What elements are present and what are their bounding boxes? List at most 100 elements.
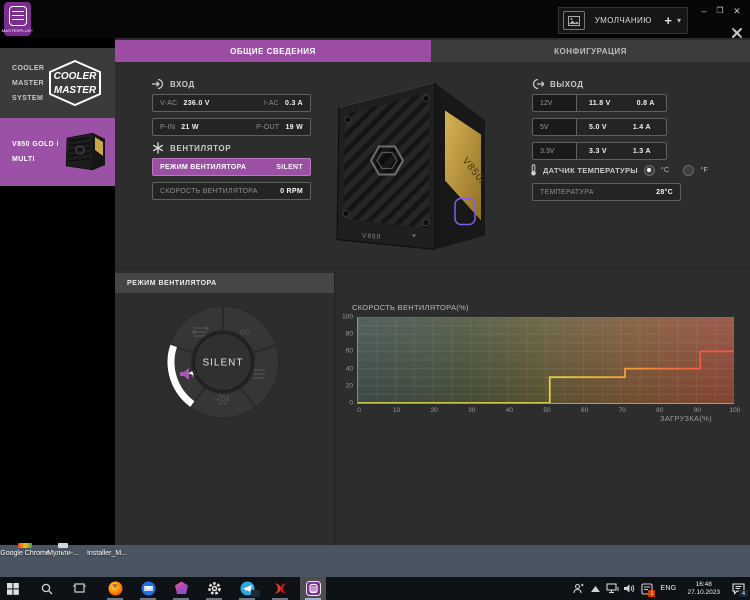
vertical-divider [334,267,335,545]
chart-title: СКОРОСТЬ ВЕНТИЛЯТОРА(%) [352,303,469,312]
rail-row-3v3: 3.3V 3.3 V 1.3 A [532,142,667,160]
add-profile-button[interactable]: + [661,13,675,28]
system-tray: 1 ENG 16:48 27.10.2023 4 [570,577,750,600]
main-tabs: ОБЩИЕ СВЕДЕНИЯ КОНФИГУРАЦИЯ [115,40,750,62]
title-bar: MASTERPLUS+ УМОЛЧАНИЮ + ▾ – ❐ ✕ [0,0,750,38]
taskbar-firefox[interactable] [102,577,128,600]
close-button[interactable]: ✕ [730,6,744,16]
tab-general-info[interactable]: ОБЩИЕ СВЕДЕНИЯ [115,40,431,62]
taskbar-red-x-app[interactable] [267,577,293,600]
vac-label: V-AC [160,100,178,107]
people-icon[interactable] [570,577,587,600]
taskbar-settings[interactable] [201,577,227,600]
telegram-badge [251,590,260,597]
device1-line3: SYSTEM [12,91,44,106]
iac-value: 0.3 A [285,100,303,107]
psu-hexagon-logo [371,147,403,175]
x-tick: 60 [581,407,588,414]
temp-sensor-row: ДАТЧИК ТЕМПЕРАТУРЫ °C °F [530,164,708,176]
psu-thumbnail [59,126,111,178]
flag-badge: 1 [648,590,655,597]
psu-front-label: V850 [362,233,382,241]
svg-text:MASTER: MASTER [54,85,97,96]
svg-text:COOLER: COOLER [54,71,98,82]
output-section-header: ВЫХОД [532,78,584,90]
network-icon[interactable] [604,577,621,600]
masterplus-logo-icon [9,6,27,26]
fan-speed-row: СКОРОСТЬ ВЕНТИЛЯТОРА 0 RPM [152,182,311,200]
input-icon [152,78,164,90]
psu-product-image: V850i V850 [312,70,512,265]
x-tick: 50 [543,407,550,414]
y-tick: 80 [337,331,353,338]
rail-3v3-current: 1.3 A [633,148,651,155]
chart-canvas [358,317,734,403]
radio-celsius[interactable] [644,165,655,176]
sidebar-item-v850-gold-i-multi[interactable]: V850 GOLD i MULTI [0,118,115,186]
search-icon[interactable] [34,577,60,600]
fan-mode-dial[interactable]: ∞ SILENT [163,302,283,422]
taskbar-telegram[interactable] [234,577,260,600]
x-tick: 100 [730,407,741,414]
output-icon [532,78,544,90]
taskbar-masterplus[interactable] [300,577,326,600]
cooler-master-logo-icon: COOLER MASTER [46,60,104,106]
taskbar-thunderbird[interactable] [135,577,161,600]
rail-5v-name: 5V [533,119,577,135]
x-tick: 10 [393,407,400,414]
radio-fahrenheit[interactable] [683,165,694,176]
minimize-button[interactable]: – [697,6,711,16]
y-tick: 100 [337,314,353,321]
fan-mode-value: SILENT [276,164,303,171]
volume-icon[interactable] [621,577,638,600]
rail-row-12v: 12V 11.8 V0.8 A [532,94,667,112]
input-section-title: ВХОД [170,80,195,89]
tools-icon[interactable] [731,26,743,38]
iac-label: I-AC [264,100,279,107]
y-tick: 20 [337,382,353,389]
pout-label: P-OUT [256,124,279,131]
temperature-label: ТЕМПЕРАТУРА [540,189,594,196]
temperature-row: ТЕМПЕРАТУРА 28°C [532,183,681,201]
celsius-label: °C [661,167,669,174]
notification-flag-icon[interactable]: 1 [638,577,655,600]
tab-configuration[interactable]: КОНФИГУРАЦИЯ [431,40,750,62]
x-tick: 0 [357,407,361,414]
clock[interactable]: 16:48 27.10.2023 [681,581,726,597]
rail-3v3-name: 3.3V [533,143,577,159]
taskbar-photos-app[interactable] [168,577,194,600]
x-tick: 70 [619,407,626,414]
action-center-icon[interactable]: 4 [726,577,750,600]
rail-3v3-voltage: 3.3 V [589,148,607,155]
file-icon [58,543,68,548]
chevron-down-icon[interactable]: ▾ [675,16,687,25]
sidebar-item-cooler-master-system[interactable]: COOLER MASTER SYSTEM COOLER MASTER [0,48,115,118]
fan-mode-label: РЕЖИМ ВЕНТИЛЯТОРА [160,164,246,171]
desktop-strip: Google Chrome Мульти-... Installer_M... [0,545,750,577]
masterplus-window: MASTERPLUS+ УМОЛЧАНИЮ + ▾ – ❐ ✕ COOLER [0,0,750,545]
dial-center-mode: SILENT [202,358,243,369]
language-indicator[interactable]: ENG [655,585,681,592]
device1-line2: MASTER [12,76,44,91]
temp-sensor-label: ДАТЧИК ТЕМПЕРАТУРЫ [543,166,638,175]
device2-line1: V850 GOLD i [12,137,59,152]
thermometer-icon [530,164,537,176]
rail-12v-current: 0.8 A [637,100,655,107]
restore-button[interactable]: ❐ [713,6,727,16]
device2-line2: MULTI [12,152,59,167]
hidden-icons-chevron[interactable] [587,577,604,600]
profile-image-icon[interactable] [563,11,585,30]
profile-name[interactable]: УМОЛЧАНИЮ [585,16,661,25]
start-button[interactable] [0,577,26,600]
pin-value: 21 W [181,124,199,131]
masterplus-logo: MASTERPLUS+ [4,2,31,36]
desktop-icon-installer[interactable]: Installer_M... [72,549,142,558]
pin-label: P-IN [160,124,175,131]
fan-icon [152,142,164,154]
pout-value: 19 W [285,124,303,131]
notification-count-badge: 4 [739,590,748,597]
device1-line1: COOLER [12,61,44,76]
rail-5v-voltage: 5.0 V [589,124,607,131]
profile-selector[interactable]: УМОЛЧАНИЮ + ▾ [558,7,688,34]
task-view-icon[interactable] [66,577,92,600]
